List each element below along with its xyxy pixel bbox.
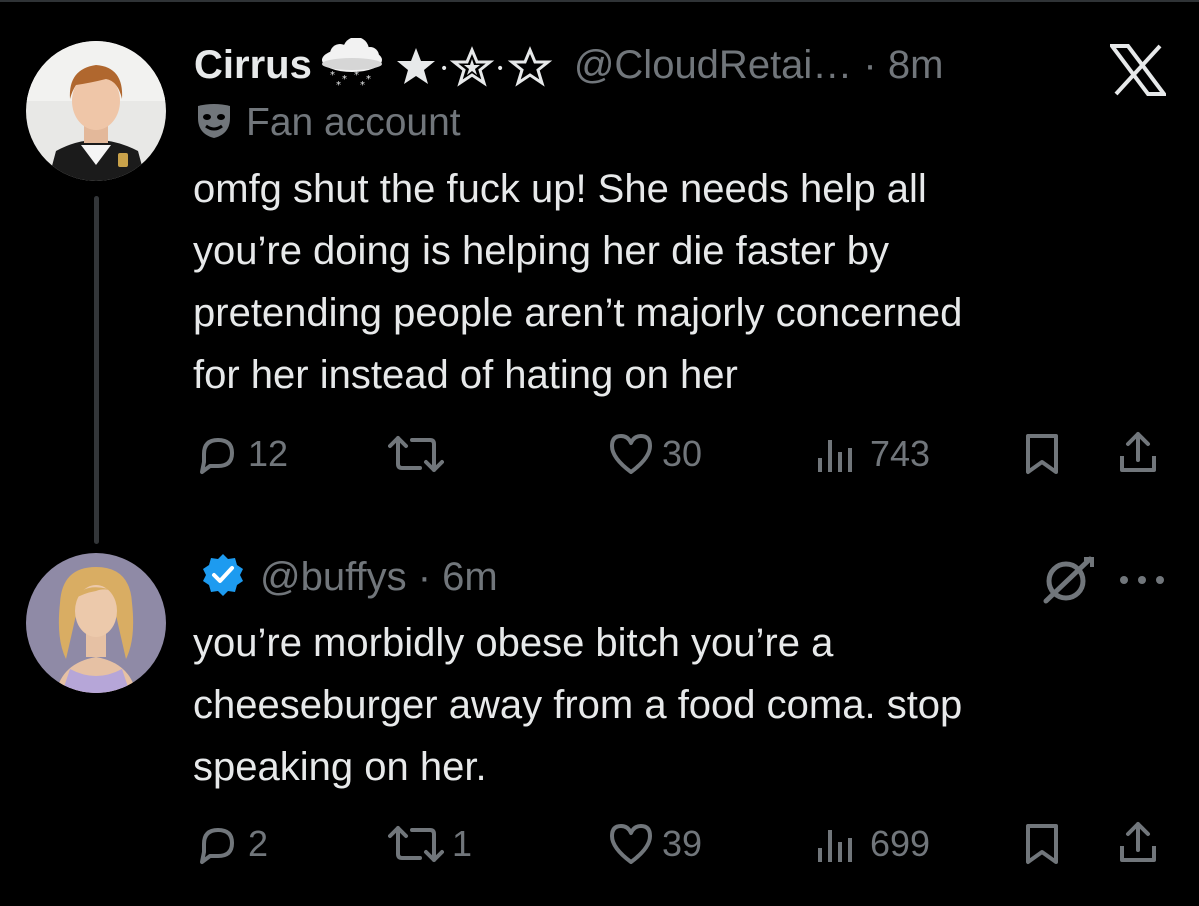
heart-icon bbox=[610, 434, 652, 474]
share-button[interactable] bbox=[1116, 430, 1160, 476]
reply-button[interactable]: 12 bbox=[196, 432, 288, 476]
svg-text:•: • bbox=[496, 61, 504, 77]
tweet-header: @buffys · 6m bbox=[200, 552, 498, 603]
thread-connector bbox=[94, 196, 99, 544]
reply-icon bbox=[200, 438, 234, 474]
views-icon bbox=[818, 440, 852, 472]
like-button[interactable]: 30 bbox=[608, 432, 702, 476]
share-icon bbox=[1120, 432, 1156, 472]
svg-text:*: * bbox=[330, 70, 335, 81]
svg-text:•: • bbox=[440, 61, 448, 77]
share-icon bbox=[1120, 822, 1156, 862]
views-button[interactable]: 743 bbox=[814, 432, 930, 476]
svg-text:*: * bbox=[366, 74, 371, 85]
text-line: cheeseburger away from a food coma. stop bbox=[193, 683, 963, 727]
text-line: speaking on her. bbox=[193, 745, 487, 789]
stars-decoration: • • bbox=[396, 45, 566, 87]
views-button[interactable]: 699 bbox=[814, 822, 930, 866]
svg-text:*: * bbox=[360, 80, 365, 88]
reply-count: 12 bbox=[248, 433, 289, 474]
heart-icon bbox=[610, 824, 652, 864]
views-count: 743 bbox=[870, 433, 931, 474]
like-count: 30 bbox=[662, 433, 703, 474]
views-icon bbox=[818, 830, 852, 862]
top-divider bbox=[0, 0, 1199, 2]
handle-timestamp[interactable]: @CloudRetai… · 8m bbox=[574, 43, 944, 88]
tweet-text: you’re morbidly obese bitch you’re a che… bbox=[193, 612, 1153, 798]
repost-icon bbox=[388, 826, 444, 862]
text-line: for her instead of hating on her bbox=[193, 353, 738, 397]
snow-cloud-icon: * * * * * * bbox=[316, 37, 388, 93]
verified-badge-icon bbox=[200, 552, 246, 603]
fan-account-badge: Fan account bbox=[194, 100, 461, 145]
text-line: you’re morbidly obese bitch you’re a bbox=[193, 621, 834, 665]
reply-button[interactable]: 2 bbox=[196, 822, 268, 866]
bookmark-button[interactable] bbox=[1022, 432, 1062, 476]
bookmark-icon bbox=[1026, 434, 1058, 474]
reply-icon bbox=[200, 828, 234, 864]
text-line: omfg shut the fuck up! She needs help al… bbox=[193, 167, 927, 211]
badge-label: Fan account bbox=[246, 100, 461, 144]
like-count: 39 bbox=[662, 823, 703, 864]
repost-count: 1 bbox=[452, 823, 473, 864]
mask-icon bbox=[194, 100, 234, 145]
grok-icon[interactable] bbox=[1040, 555, 1096, 610]
svg-text:*: * bbox=[354, 70, 359, 81]
repost-button[interactable]: 1 bbox=[388, 822, 472, 866]
repost-button[interactable] bbox=[388, 432, 452, 476]
x-logo-icon[interactable] bbox=[1108, 44, 1168, 101]
bookmark-button[interactable] bbox=[1022, 822, 1062, 866]
repost-icon bbox=[388, 436, 444, 472]
tweet-text: omfg shut the fuck up! She needs help al… bbox=[193, 158, 1153, 406]
bookmark-icon bbox=[1026, 824, 1058, 864]
avatar[interactable] bbox=[26, 553, 166, 693]
svg-text:*: * bbox=[342, 74, 347, 85]
handle-timestamp[interactable]: @buffys · 6m bbox=[260, 555, 498, 600]
tweet-header: Cirrus * * * * * * • • @CloudRetai… · 8m bbox=[194, 37, 944, 93]
text-line: pretending people aren’t majorly concern… bbox=[193, 291, 963, 335]
avatar[interactable] bbox=[26, 41, 166, 181]
text-line: you’re doing is helping her die faster b… bbox=[193, 229, 889, 273]
like-button[interactable]: 39 bbox=[608, 822, 702, 866]
reply-count: 2 bbox=[248, 823, 269, 864]
more-icon[interactable] bbox=[1118, 573, 1166, 592]
svg-text:*: * bbox=[336, 80, 341, 88]
display-name[interactable]: Cirrus bbox=[194, 43, 312, 88]
views-count: 699 bbox=[870, 823, 931, 864]
share-button[interactable] bbox=[1116, 820, 1160, 866]
